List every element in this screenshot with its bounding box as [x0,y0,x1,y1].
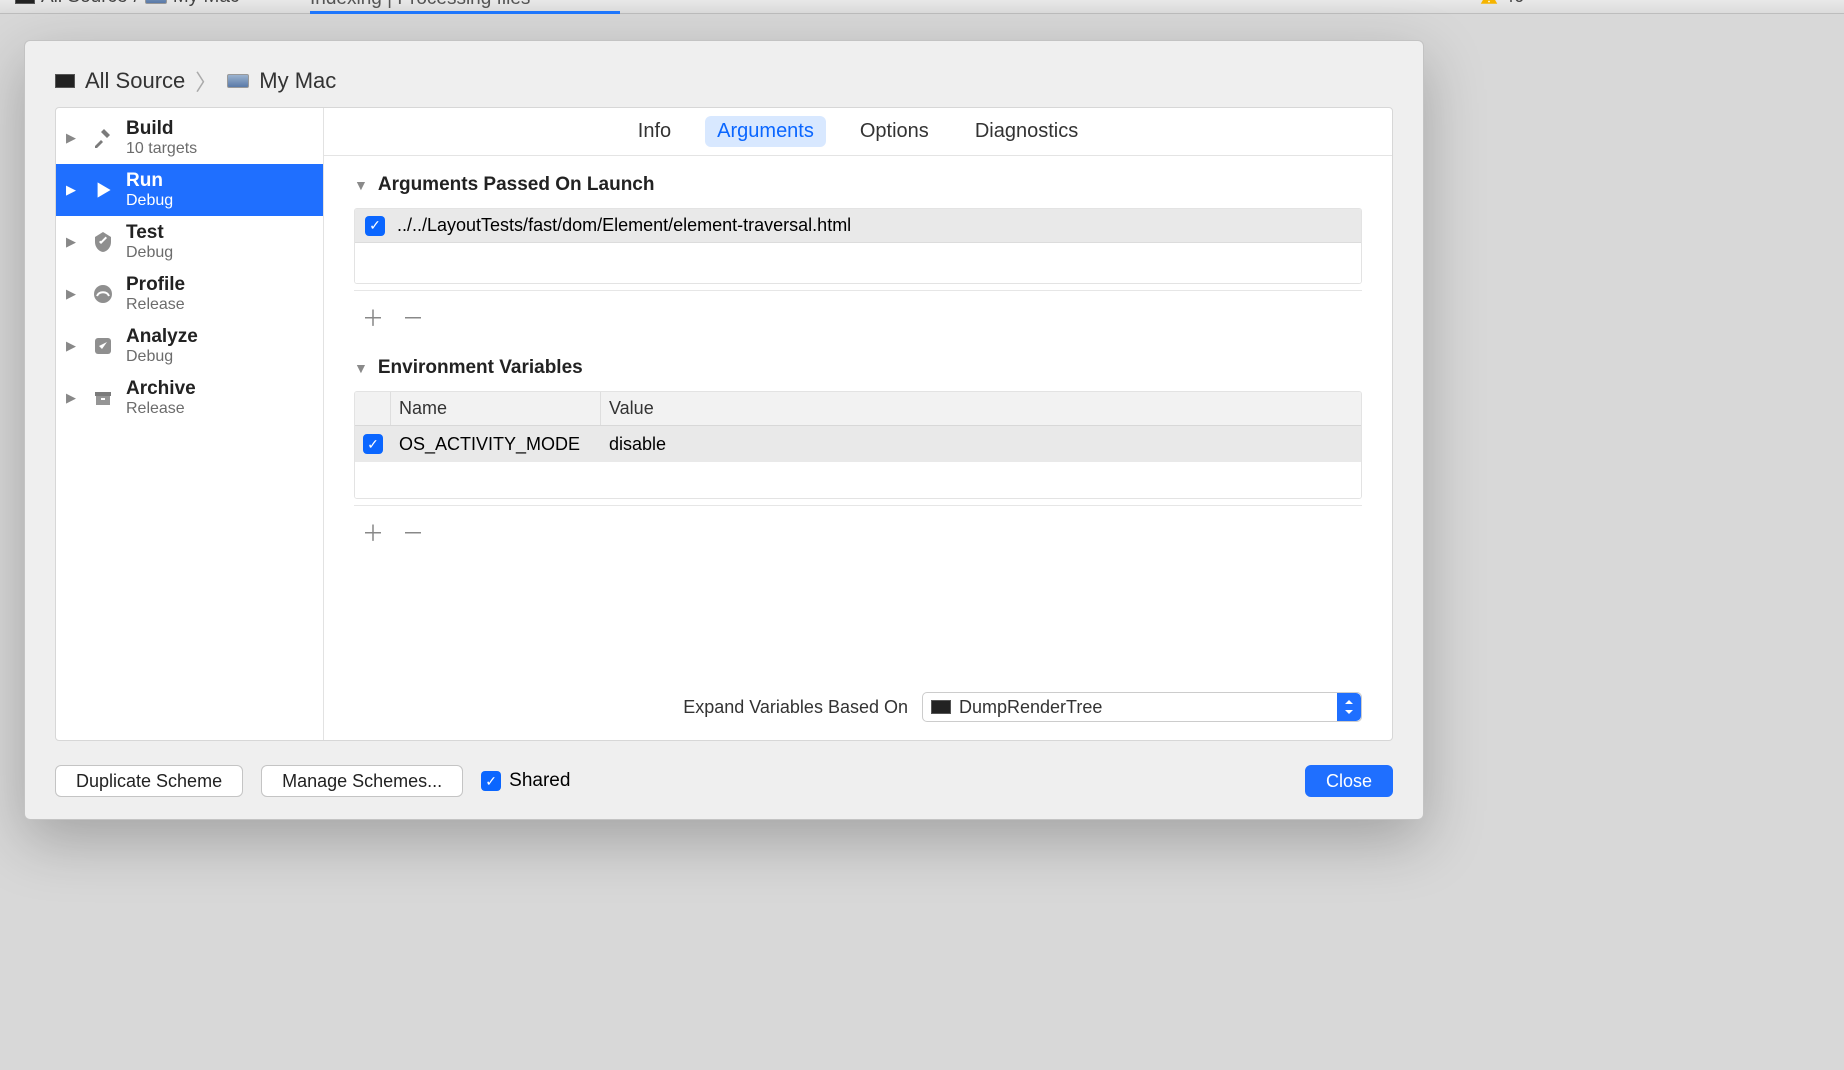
sidebar-build-sub: 10 targets [126,140,197,158]
analyze-icon [90,333,116,359]
shared-checkbox[interactable]: ✓ [481,771,501,791]
disclosure-triangle-icon[interactable]: ▼ [354,177,368,193]
sidebar-profile-sub: Release [126,296,185,314]
argument-value[interactable]: ../../LayoutTests/fast/dom/Element/eleme… [397,215,851,236]
remove-env-button[interactable]: － [402,516,424,548]
mac-icon [145,0,167,4]
activity-text: Indexing | Processing files [310,0,530,9]
tab-diagnostics[interactable]: Diagnostics [963,116,1090,147]
shared-checkbox-group[interactable]: ✓ Shared [481,770,570,792]
hammer-icon [90,125,116,151]
remove-argument-button[interactable]: － [402,301,424,333]
sidebar-item-archive[interactable]: ▶ Archive Release [56,372,323,424]
argument-row[interactable]: ✓ ../../LayoutTests/fast/dom/Element/ele… [355,209,1361,243]
close-button[interactable]: Close [1305,765,1393,797]
sidebar-item-build[interactable]: ▶ Build 10 targets [56,112,323,164]
env-value[interactable]: disable [601,434,1361,455]
arguments-list[interactable]: ✓ ../../LayoutTests/fast/dom/Element/ele… [354,208,1362,284]
tab-info[interactable]: Info [626,116,683,147]
breadcrumb: All Source 〉 My Mac [25,41,1423,107]
toolbar-scheme-label: All Source [41,0,128,8]
sidebar-analyze-sub: Debug [126,348,198,366]
environment-row-empty[interactable] [355,462,1361,498]
sidebar-profile-title: Profile [126,274,185,296]
add-env-button[interactable]: ＋ [362,516,384,548]
chevron-right-icon: 〉 [195,65,217,97]
archive-icon [90,385,116,411]
toolbar-issues[interactable]: 46 [1480,0,1524,7]
shared-label: Shared [509,770,570,792]
terminal-icon [15,0,35,4]
chevron-up-down-icon [1337,693,1361,721]
separator: / [134,0,139,8]
expand-variables-label: Expand Variables Based On [683,697,908,718]
sheet-footer: Duplicate Scheme Manage Schemes... ✓ Sha… [25,755,1423,819]
environment-row[interactable]: ✓ OS_ACTIVITY_MODE disable [355,426,1361,462]
sidebar-test-title: Test [126,222,173,244]
sidebar-archive-title: Archive [126,378,196,400]
expand-variables-selected: DumpRenderTree [959,697,1102,718]
disclosure-triangle-icon[interactable]: ▶ [66,182,80,198]
arguments-add-remove: ＋ － [354,295,1362,333]
duplicate-scheme-button[interactable]: Duplicate Scheme [55,765,243,797]
play-icon [90,177,116,203]
run-tabs: Info Arguments Options Diagnostics [324,108,1392,156]
scheme-run-panel: Info Arguments Options Diagnostics ▼ Arg… [324,108,1392,740]
expand-variables-select[interactable]: DumpRenderTree [922,692,1362,722]
terminal-icon [55,74,75,88]
terminal-icon [931,700,951,714]
toolbar-scheme-selector[interactable]: All Source / My Mac [15,0,239,8]
warning-icon [1480,0,1498,6]
env-name[interactable]: OS_ACTIVITY_MODE [391,434,601,455]
sidebar-archive-sub: Release [126,400,196,418]
section-arguments: ▼ Arguments Passed On Launch ✓ ../../Lay… [324,156,1392,339]
add-argument-button[interactable]: ＋ [362,301,384,333]
gauge-icon [90,281,116,307]
environment-add-remove: ＋ － [354,510,1362,548]
environment-section-title: Environment Variables [378,357,583,379]
toolbar-activity: Indexing | Processing files [310,0,810,12]
sidebar-item-profile[interactable]: ▶ Profile Release [56,268,323,320]
environment-header: Name Value [355,392,1361,426]
sidebar-item-run[interactable]: ▶ Run Debug [56,164,323,216]
env-enabled-checkbox[interactable]: ✓ [363,434,383,454]
test-icon [90,229,116,255]
disclosure-triangle-icon[interactable]: ▶ [66,390,80,406]
disclosure-triangle-icon[interactable]: ▶ [66,286,80,302]
disclosure-triangle-icon[interactable]: ▼ [354,360,368,376]
breadcrumb-dest[interactable]: My Mac [259,68,336,94]
disclosure-triangle-icon[interactable]: ▶ [66,130,80,146]
xcode-toolbar: All Source / My Mac Indexing | Processin… [0,0,1844,14]
expand-variables-row: Expand Variables Based On DumpRenderTree [324,678,1392,740]
tab-arguments[interactable]: Arguments [705,116,826,147]
arguments-section-title: Arguments Passed On Launch [378,174,655,196]
sidebar-run-sub: Debug [126,192,173,210]
scheme-editor-sheet: All Source 〉 My Mac ▶ Build 10 targets ▶… [24,40,1424,820]
manage-schemes-button[interactable]: Manage Schemes... [261,765,463,797]
activity-progress [310,11,620,14]
sidebar-item-test[interactable]: ▶ Test Debug [56,216,323,268]
breadcrumb-scheme[interactable]: All Source [85,68,185,94]
env-value-header[interactable]: Value [601,392,1361,425]
scheme-phase-sidebar: ▶ Build 10 targets ▶ Run Debug ▶ [56,108,324,740]
tab-options[interactable]: Options [848,116,941,147]
sidebar-run-title: Run [126,170,173,192]
disclosure-triangle-icon[interactable]: ▶ [66,338,80,354]
argument-row-empty[interactable] [355,243,1361,283]
sidebar-build-title: Build [126,118,197,140]
warning-count: 46 [1504,0,1524,7]
mac-icon [227,74,249,88]
disclosure-triangle-icon[interactable]: ▶ [66,234,80,250]
section-environment: ▼ Environment Variables Name Value ✓ OS_… [324,339,1392,554]
sidebar-item-analyze[interactable]: ▶ Analyze Debug [56,320,323,372]
sidebar-test-sub: Debug [126,244,173,262]
toolbar-dest-label: My Mac [173,0,240,8]
sidebar-analyze-title: Analyze [126,326,198,348]
argument-enabled-checkbox[interactable]: ✓ [365,216,385,236]
environment-table[interactable]: Name Value ✓ OS_ACTIVITY_MODE disable [354,391,1362,499]
env-name-header[interactable]: Name [391,392,601,425]
